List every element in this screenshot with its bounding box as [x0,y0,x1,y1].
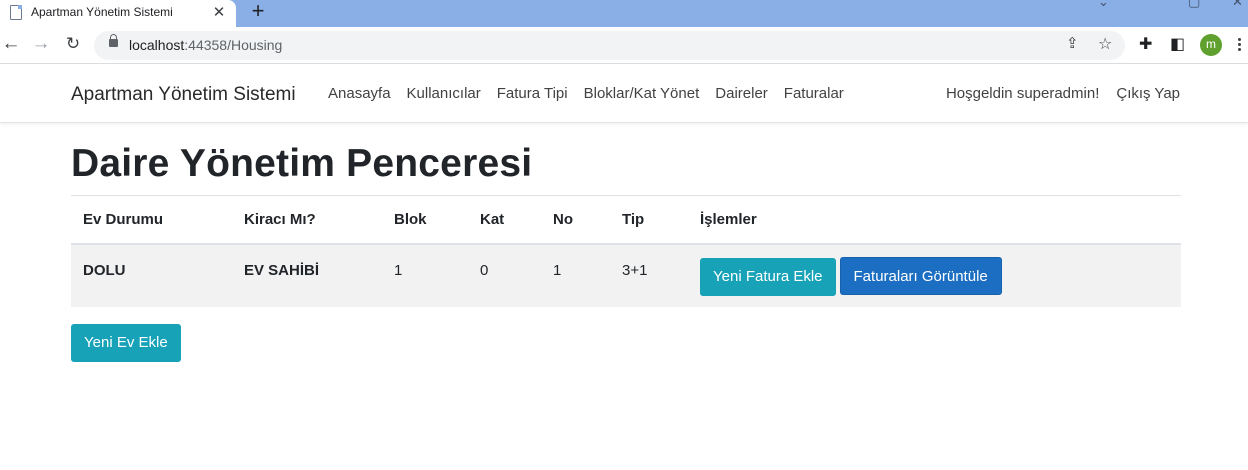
menu-icon[interactable] [1238,38,1242,54]
lock-icon [109,34,118,47]
close-tab-icon[interactable]: ✕ [209,3,229,23]
nav-link-kullanicilar[interactable]: Kullanıcılar [399,85,489,102]
chevron-down-icon[interactable]: ⌄ [1098,0,1109,10]
bookmark-star-icon[interactable]: ☆ [1098,34,1112,54]
new-tab-icon[interactable]: + [246,0,270,24]
close-window-icon[interactable]: ✕ [1232,0,1243,10]
column-header-type: Tip [610,196,688,245]
maximize-icon[interactable]: ▢ [1188,0,1200,10]
cell-tenant: EV SAHİBİ [232,244,382,307]
add-invoice-button[interactable]: Yeni Fatura Ekle [700,258,836,296]
view-invoices-button[interactable]: Faturaları Görüntüle [839,257,1002,295]
column-header-floor: Kat [468,196,541,245]
column-header-actions: İşlemler [688,196,1181,245]
share-icon[interactable]: ⇪ [1066,34,1079,52]
side-panel-icon[interactable]: ◧ [1170,34,1185,54]
forward-icon[interactable]: → [30,33,52,57]
tab-title: Apartman Yönetim Sistemi [31,5,173,19]
cell-no: 1 [541,244,610,307]
column-header-block: Blok [382,196,468,245]
user-area: Hoşgeldin superadmin! Çıkış Yap [929,85,1180,102]
profile-avatar[interactable]: m [1200,34,1222,56]
nav-link-faturalar[interactable]: Faturalar [776,85,852,102]
cell-status: DOLU [71,244,232,307]
page-icon [10,5,22,20]
url-text[interactable]: localhost:44358/Housing [129,37,282,53]
browser-tabstrip: Apartman Yönetim Sistemi ✕ + ⌄ ▢ ✕ [0,0,1248,27]
browser-tab[interactable]: Apartman Yönetim Sistemi ✕ [0,0,236,27]
nav-link-daireler[interactable]: Daireler [707,85,776,102]
table-row: DOLU EV SAHİBİ 1 0 1 3+1 Yeni Fatura Ekl… [71,244,1181,307]
column-header-status: Ev Durumu [71,196,232,245]
greeting-link[interactable]: Hoşgeldin superadmin! [929,85,1099,102]
logout-link[interactable]: Çıkış Yap [1099,85,1180,102]
extensions-icon[interactable]: ✚ [1139,34,1152,54]
housing-table: Ev Durumu Kiracı Mı? Blok Kat No Tip İşl… [71,196,1181,307]
brand-link[interactable]: Apartman Yönetim Sistemi [71,84,296,106]
cell-type: 3+1 [610,244,688,307]
add-home-button[interactable]: Yeni Ev Ekle [71,324,181,362]
column-header-tenant: Kiracı Mı? [232,196,382,245]
cell-floor: 0 [468,244,541,307]
cell-actions: Yeni Fatura Ekle Faturaları Görüntüle [688,244,1181,307]
page-title: Daire Yönetim Penceresi [71,142,533,185]
app-navbar: Apartman Yönetim Sistemi Anasayfa Kullan… [0,65,1248,123]
nav-link-anasayfa[interactable]: Anasayfa [320,85,399,102]
nav-link-fatura-tipi[interactable]: Fatura Tipi [489,85,576,102]
column-header-no: No [541,196,610,245]
table-header-row: Ev Durumu Kiracı Mı? Blok Kat No Tip İşl… [71,196,1181,245]
nav-links: Anasayfa Kullanıcılar Fatura Tipi Blokla… [320,85,852,102]
browser-toolbar: ← → ↻ localhost:44358/Housing ⇪ ☆ ✚ ◧ m [0,27,1248,64]
cell-block: 1 [382,244,468,307]
nav-link-bloklar[interactable]: Bloklar/Kat Yönet [576,85,708,102]
address-bar[interactable]: localhost:44358/Housing ⇪ ☆ [94,31,1125,60]
reload-icon[interactable]: ↻ [62,33,84,57]
back-icon[interactable]: ← [0,33,22,57]
